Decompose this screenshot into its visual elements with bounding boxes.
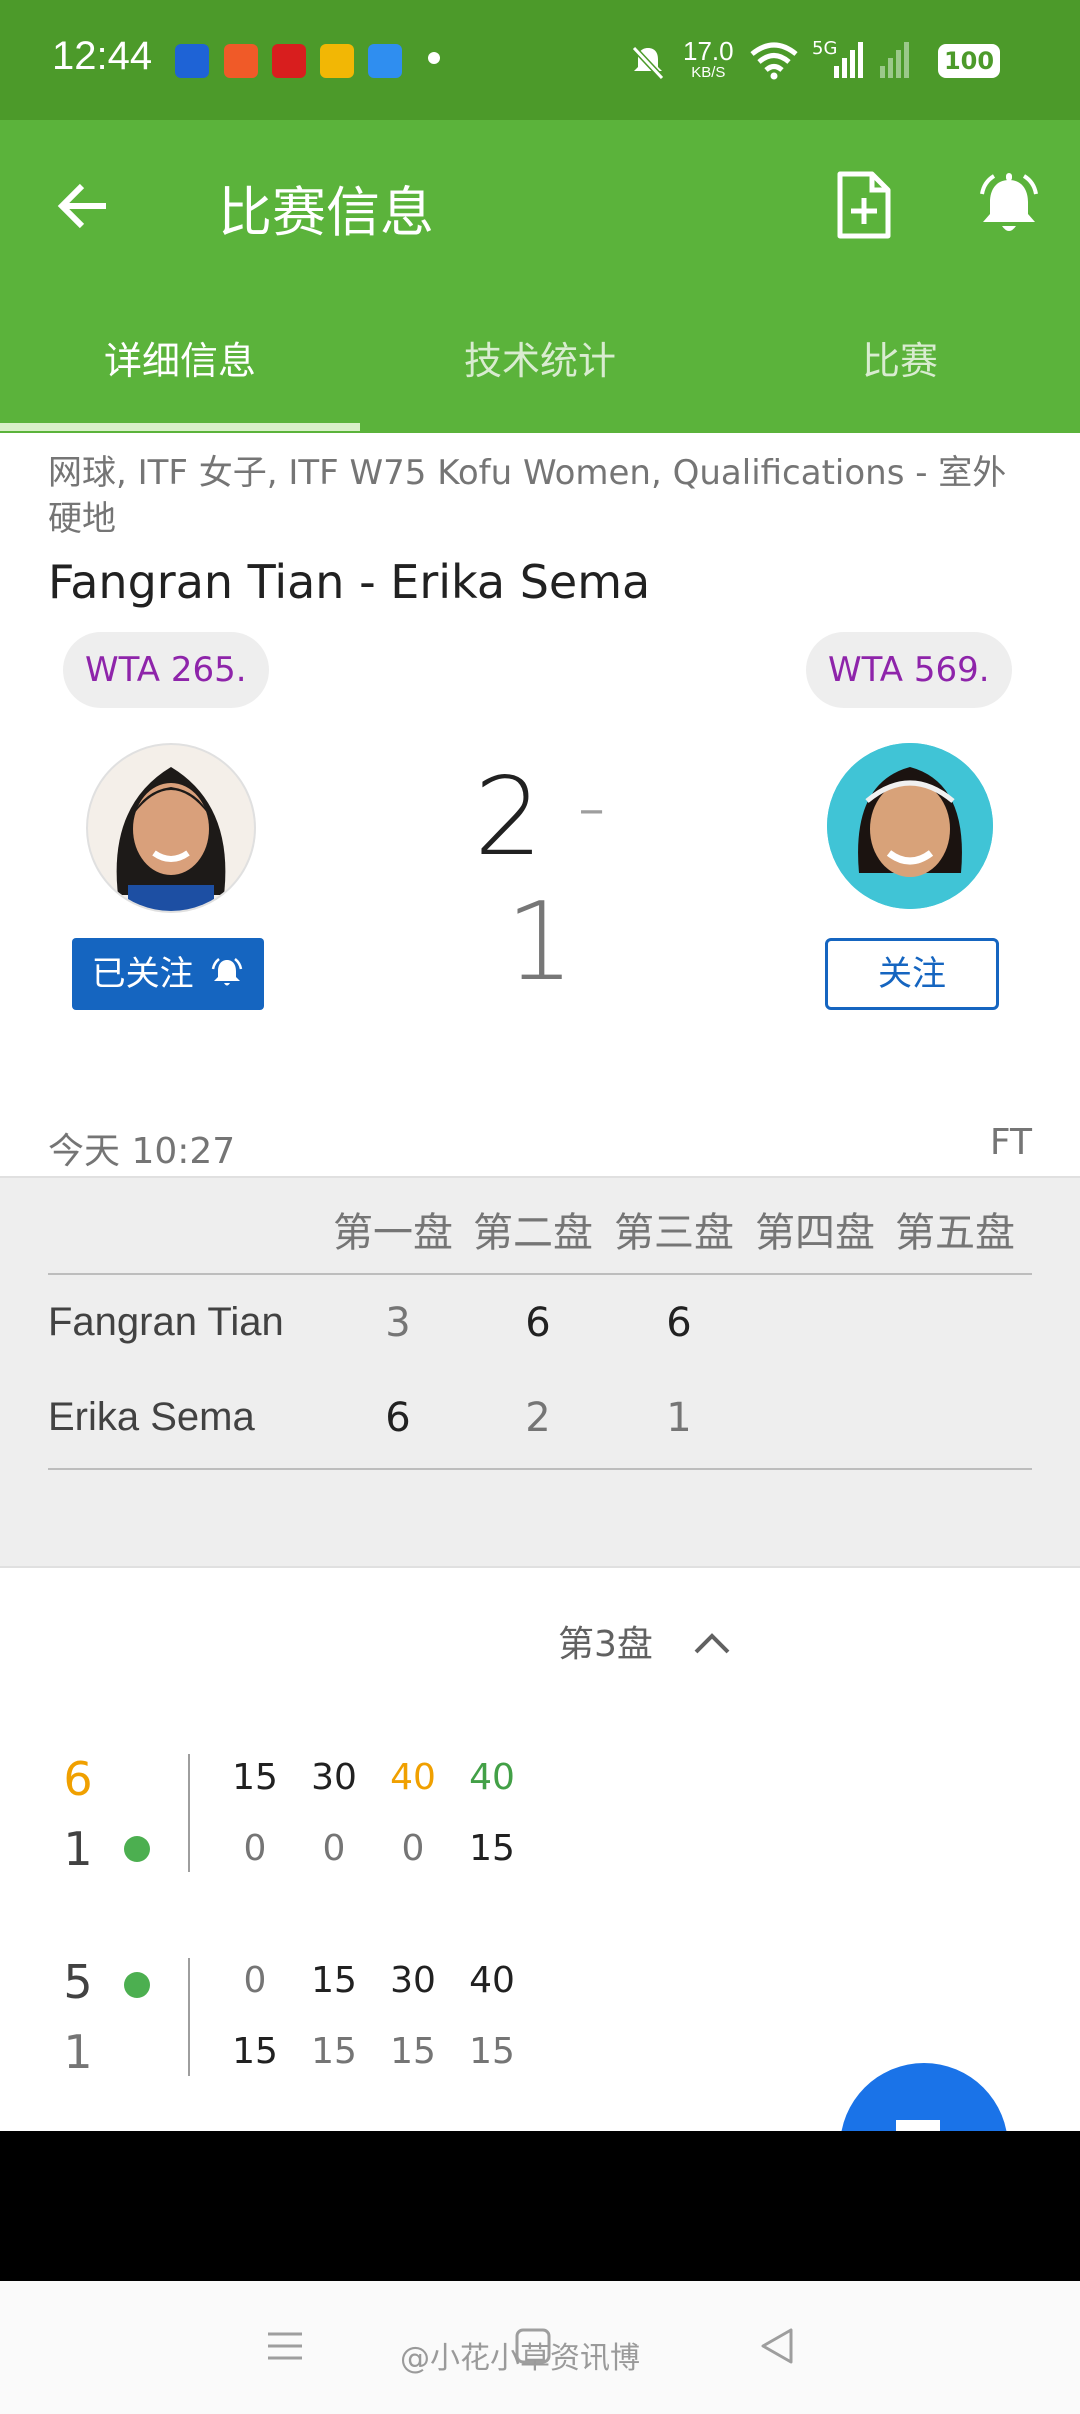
score-separator: -: [577, 760, 606, 853]
point-score: 40: [390, 1757, 436, 1798]
set-score: 3: [385, 1300, 411, 1346]
divider: [188, 1754, 190, 1872]
tab-statistics[interactable]: 技术统计: [360, 330, 720, 385]
signal-icon: [834, 42, 909, 78]
divider: [48, 1468, 1032, 1470]
divider: [188, 1958, 190, 2076]
left-player-avatar[interactable]: [86, 743, 256, 913]
point-score: 15: [232, 1757, 278, 1798]
left-player-rank: WTA 265.: [63, 632, 269, 708]
match-datetime: 今天 10:27: [48, 1131, 236, 1172]
point-score: 15: [469, 2031, 515, 2072]
point-score: 15: [469, 1828, 515, 1869]
set-header: 第一盘: [333, 1210, 453, 1256]
tab-indicator: [0, 423, 360, 431]
match-title: Fangran Tian - Erika Sema: [48, 555, 651, 609]
battery-icon: 100: [938, 44, 1000, 78]
match-status: FT: [989, 1122, 1032, 1163]
wifi-icon: [750, 42, 798, 80]
point-score: 15: [232, 2031, 278, 2072]
right-player-rank: WTA 569.: [806, 632, 1012, 708]
game-score-top: 6: [63, 1752, 93, 1806]
table-row-player: Erika Sema: [48, 1395, 255, 1439]
chevron-up-icon: [694, 1633, 730, 1654]
point-score: 15: [311, 1960, 357, 2001]
point-score: 0: [243, 1828, 267, 1869]
bell-icon[interactable]: [974, 170, 1044, 240]
point-score: 30: [311, 1757, 357, 1798]
divider: [48, 1273, 1032, 1275]
point-score: 40: [469, 1960, 515, 2001]
serve-indicator-icon: [124, 1836, 150, 1862]
point-score: 15: [311, 2031, 357, 2072]
news-app-icon: [175, 44, 209, 78]
competition-info: 网球, ITF 女子, ITF W75 Kofu Women, Qualific…: [48, 453, 1007, 539]
game-score-bottom: 1: [63, 1822, 93, 1876]
match-score: 2 - 1: [430, 755, 650, 1005]
point-score: 15: [390, 2031, 436, 2072]
game-score-bottom: 1: [63, 2025, 93, 2079]
set-header: 第二盘: [473, 1210, 593, 1256]
mute-icon: [631, 45, 665, 81]
menu-icon[interactable]: [265, 2326, 305, 2366]
table-row-player: Fangran Tian: [48, 1300, 284, 1344]
app-toolbar: [0, 120, 1080, 295]
set-label: 第3盘: [558, 1624, 653, 1665]
music-app-icon: [224, 44, 258, 78]
game-score-top: 5: [63, 1955, 93, 2009]
point-score: 0: [243, 1960, 267, 2001]
notification-dot-icon: [428, 52, 440, 64]
point-score: 0: [322, 1828, 346, 1869]
set-score: 6: [666, 1300, 692, 1346]
set-score: 6: [525, 1300, 551, 1346]
point-score: 0: [401, 1828, 425, 1869]
follow-button-right[interactable]: 关注: [825, 938, 999, 1010]
set-header: 第三盘: [614, 1210, 734, 1256]
set-score: 1: [666, 1395, 692, 1441]
right-player-avatar[interactable]: [827, 743, 993, 909]
net-speed: 17.0 KB/S: [683, 36, 734, 81]
status-time: 12:44: [52, 34, 153, 78]
browser-icon: [368, 44, 402, 78]
set-score: 6: [385, 1395, 411, 1441]
back-icon[interactable]: [757, 2326, 797, 2366]
score-right: 1: [505, 880, 575, 1005]
set-section-toggle[interactable]: 第3盘: [558, 1615, 732, 1667]
tab-details[interactable]: 详细信息: [0, 330, 360, 385]
follow-label: 已关注: [91, 954, 194, 994]
set-header: 第四盘: [755, 1210, 875, 1256]
set-score: 2: [525, 1395, 551, 1441]
point-score: 30: [390, 1960, 436, 2001]
serve-indicator-icon: [124, 1972, 150, 1998]
page-title: 比赛信息: [218, 181, 434, 244]
black-bar: [0, 2131, 1080, 2281]
add-note-icon[interactable]: [832, 170, 896, 242]
status-bar: 12:44 17.0 KB/S 5G 100: [0, 0, 1080, 120]
point-score: 40: [469, 1757, 515, 1798]
shop-app-icon: [272, 44, 306, 78]
tab-matches[interactable]: 比赛: [720, 330, 1080, 385]
set-header: 第五盘: [895, 1210, 1015, 1256]
follow-button-left[interactable]: 已关注: [72, 938, 264, 1010]
watermark-text: @小花小草资讯博: [400, 2341, 640, 2376]
arrow-left-icon[interactable]: [52, 174, 116, 238]
weibo-icon: [320, 44, 354, 78]
score-left: 2: [474, 755, 543, 880]
bell-ring-icon: [212, 958, 243, 986]
